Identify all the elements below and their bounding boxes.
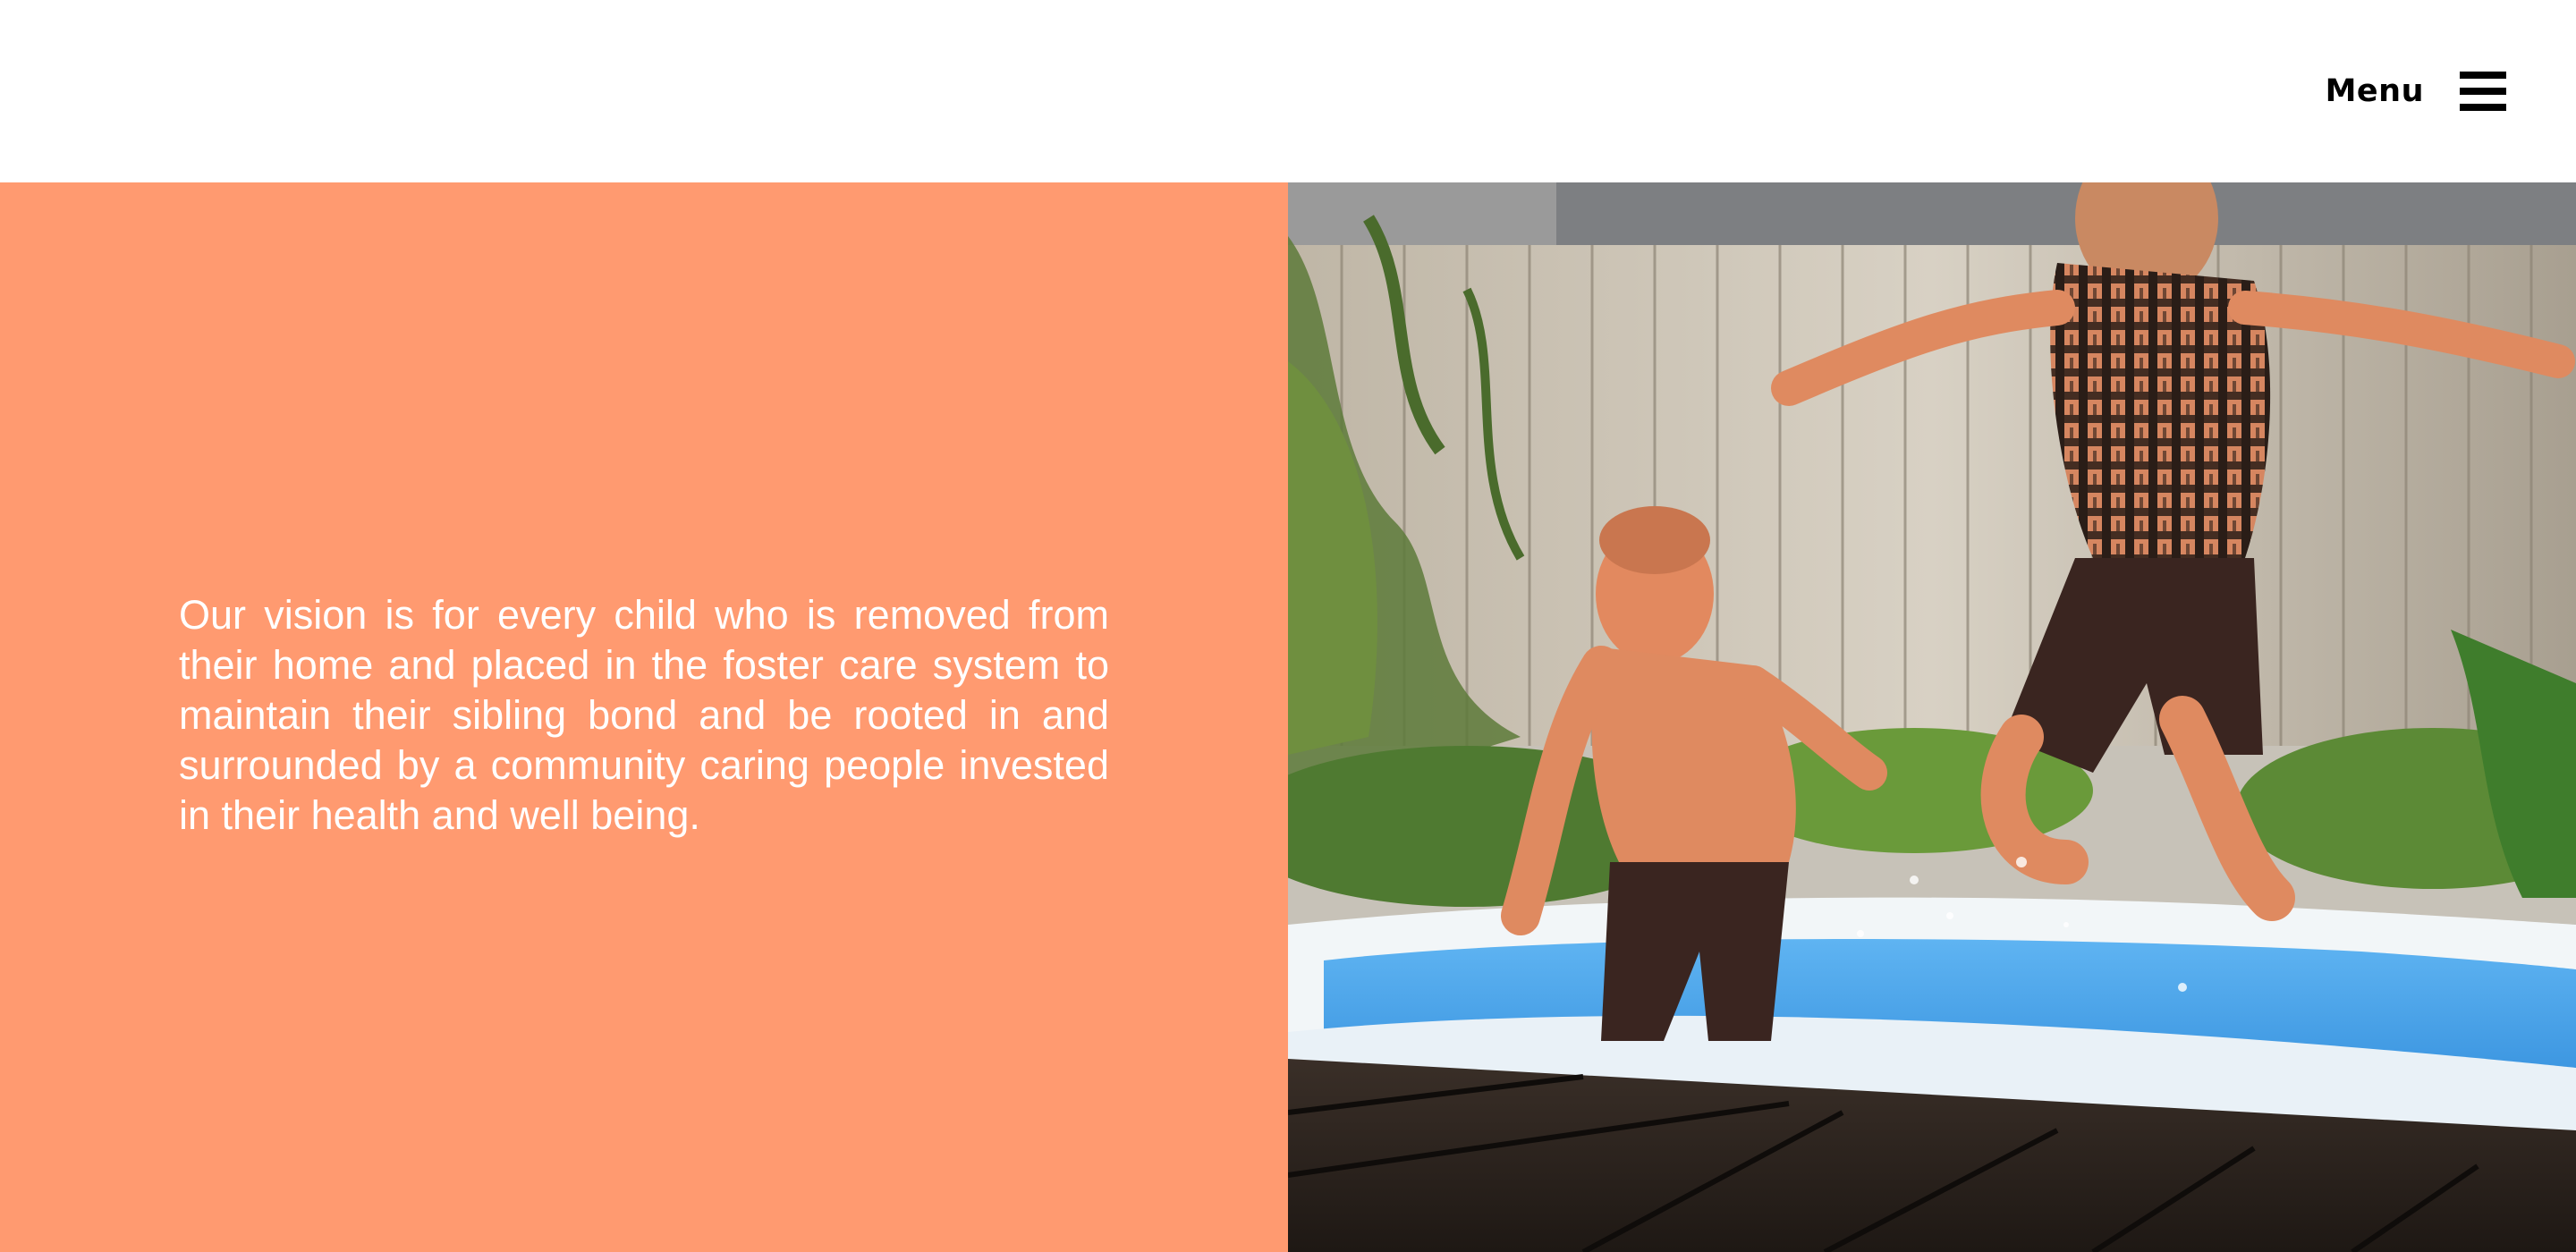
vision-panel: Our vision is for every child who is rem… — [0, 182, 1288, 1252]
menu-button[interactable]: Menu — [2326, 66, 2506, 116]
site-header: Menu — [0, 0, 2576, 182]
hero-section: Our vision is for every child who is rem… — [0, 182, 2576, 1252]
hamburger-icon — [2460, 72, 2506, 111]
menu-label: Menu — [2325, 73, 2424, 109]
children-jumping-photo — [1288, 182, 2576, 1252]
vision-statement: Our vision is for every child who is rem… — [179, 592, 1109, 838]
hero-photo — [1288, 182, 2576, 1252]
